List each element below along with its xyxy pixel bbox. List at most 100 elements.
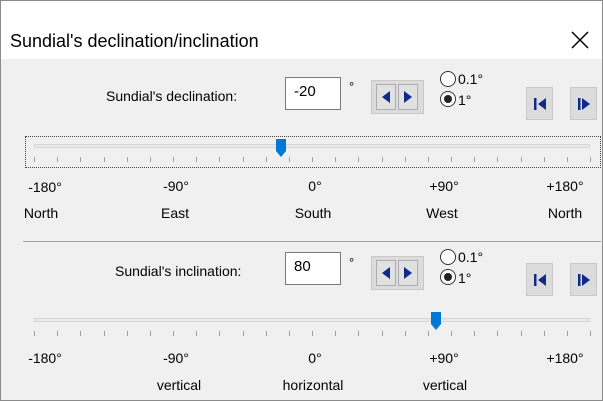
slider-tick	[404, 157, 406, 162]
slider-tick	[219, 331, 221, 336]
arrow-right-icon	[404, 267, 412, 279]
inclination-scale-min: -180°	[28, 350, 62, 366]
slider-tick	[219, 157, 221, 162]
inclination-degree-symbol: °	[349, 255, 355, 270]
slider-tick	[590, 157, 591, 162]
inclination-increase-button[interactable]	[398, 260, 418, 286]
slider-tick	[427, 331, 429, 336]
inclination-step-0.1-radio[interactable]	[440, 249, 456, 265]
step-forward-icon	[577, 273, 590, 286]
direction-south: South	[294, 205, 332, 221]
slider-tick	[451, 157, 452, 162]
declination-step-0.1-label: 0.1°	[458, 71, 484, 87]
inclination-scale-pos90: +90°	[429, 350, 459, 366]
slider-tick	[173, 157, 174, 162]
slider-tick	[381, 331, 383, 336]
declination-slider-ticks	[34, 157, 591, 163]
slider-tick	[149, 157, 151, 162]
inclination-scale-zero: 0°	[308, 350, 322, 366]
slider-tick	[265, 157, 267, 162]
declination-slider-focus-frame	[25, 136, 601, 168]
slider-tick	[34, 157, 35, 162]
slider-tick	[173, 331, 174, 336]
slider-tick	[265, 331, 267, 336]
inclination-fast-increase-button[interactable]	[570, 263, 597, 296]
step-back-icon	[533, 97, 546, 110]
declination-step-1-radio[interactable]	[440, 91, 456, 107]
declination-scale-min: -180°	[28, 179, 62, 195]
arrow-left-icon	[382, 267, 390, 279]
title-bar: Sundial's declination/inclination	[1, 1, 602, 59]
step-back-icon	[533, 273, 546, 286]
direction-east: East	[160, 205, 190, 221]
slider-tick	[103, 331, 105, 336]
inclination-decrease-button[interactable]	[376, 260, 396, 286]
descriptor-vertical-left: vertical	[156, 377, 202, 393]
declination-scale-pos90: +90°	[429, 178, 459, 194]
inclination-scale-max: +180°	[546, 350, 584, 366]
slider-tick	[126, 331, 128, 336]
inclination-step-1-label: 1°	[458, 270, 472, 286]
direction-north-right: North	[547, 205, 583, 221]
descriptor-vertical-right: vertical	[422, 377, 468, 393]
direction-west: West	[426, 205, 458, 221]
step-forward-icon	[577, 97, 590, 110]
declination-fast-increase-button[interactable]	[570, 87, 597, 120]
slider-tick	[242, 157, 244, 162]
slider-tick	[312, 331, 313, 336]
declination-scale-max: +180°	[546, 178, 584, 194]
inclination-input[interactable]: 80	[285, 252, 341, 285]
slider-tick	[520, 157, 522, 162]
arrow-left-icon	[382, 91, 390, 103]
inclination-slider-track[interactable]	[34, 318, 590, 322]
inclination-slider-ticks	[34, 331, 591, 337]
inclination-fast-decrease-button[interactable]	[526, 263, 553, 296]
slider-tick	[543, 157, 545, 162]
slider-tick	[288, 331, 290, 336]
inclination-scale-neg90: -90°	[163, 350, 189, 366]
slider-tick	[451, 331, 452, 336]
declination-increase-button[interactable]	[398, 84, 418, 110]
direction-north-left: North	[23, 205, 59, 221]
close-icon[interactable]	[569, 29, 591, 51]
slider-tick	[80, 157, 82, 162]
declination-decrease-button[interactable]	[376, 84, 396, 110]
declination-slider-track[interactable]	[34, 144, 590, 148]
slider-tick	[149, 331, 151, 336]
slider-tick	[358, 157, 360, 162]
slider-tick	[242, 331, 244, 336]
declination-fast-decrease-button[interactable]	[526, 87, 553, 120]
declination-input[interactable]: -20	[285, 77, 341, 110]
dialog-title: Sundial's declination/inclination	[10, 31, 259, 51]
slider-tick	[497, 331, 499, 336]
slider-tick	[103, 157, 105, 162]
slider-tick	[196, 331, 198, 336]
slider-tick	[196, 157, 198, 162]
slider-tick	[566, 157, 568, 162]
arrow-right-icon	[404, 91, 412, 103]
inclination-step-0.1-label: 0.1°	[458, 249, 484, 265]
declination-label: Sundial's declination:	[106, 88, 238, 104]
inclination-step-1-radio[interactable]	[440, 269, 456, 285]
declination-scale-neg90: -90°	[163, 178, 189, 194]
slider-tick	[520, 331, 522, 336]
slider-tick	[404, 331, 406, 336]
slider-tick	[34, 331, 35, 336]
slider-tick	[126, 157, 128, 162]
inclination-slider-thumb[interactable]	[430, 312, 441, 330]
slider-tick	[497, 157, 499, 162]
dialog-window: Sundial's declination/inclination Sundia…	[0, 0, 603, 401]
declination-degree-symbol: °	[349, 79, 355, 94]
declination-scale-zero: 0°	[308, 178, 322, 194]
slider-tick	[335, 157, 337, 162]
slider-tick	[474, 331, 476, 336]
slider-tick	[57, 331, 59, 336]
declination-slider-thumb[interactable]	[276, 139, 287, 157]
slider-tick	[474, 157, 476, 162]
slider-tick	[358, 331, 360, 336]
declination-step-0.1-radio[interactable]	[440, 71, 456, 87]
slider-tick	[312, 157, 313, 162]
slider-tick	[381, 157, 383, 162]
slider-tick	[288, 157, 290, 162]
declination-step-1-label: 1°	[458, 92, 472, 108]
